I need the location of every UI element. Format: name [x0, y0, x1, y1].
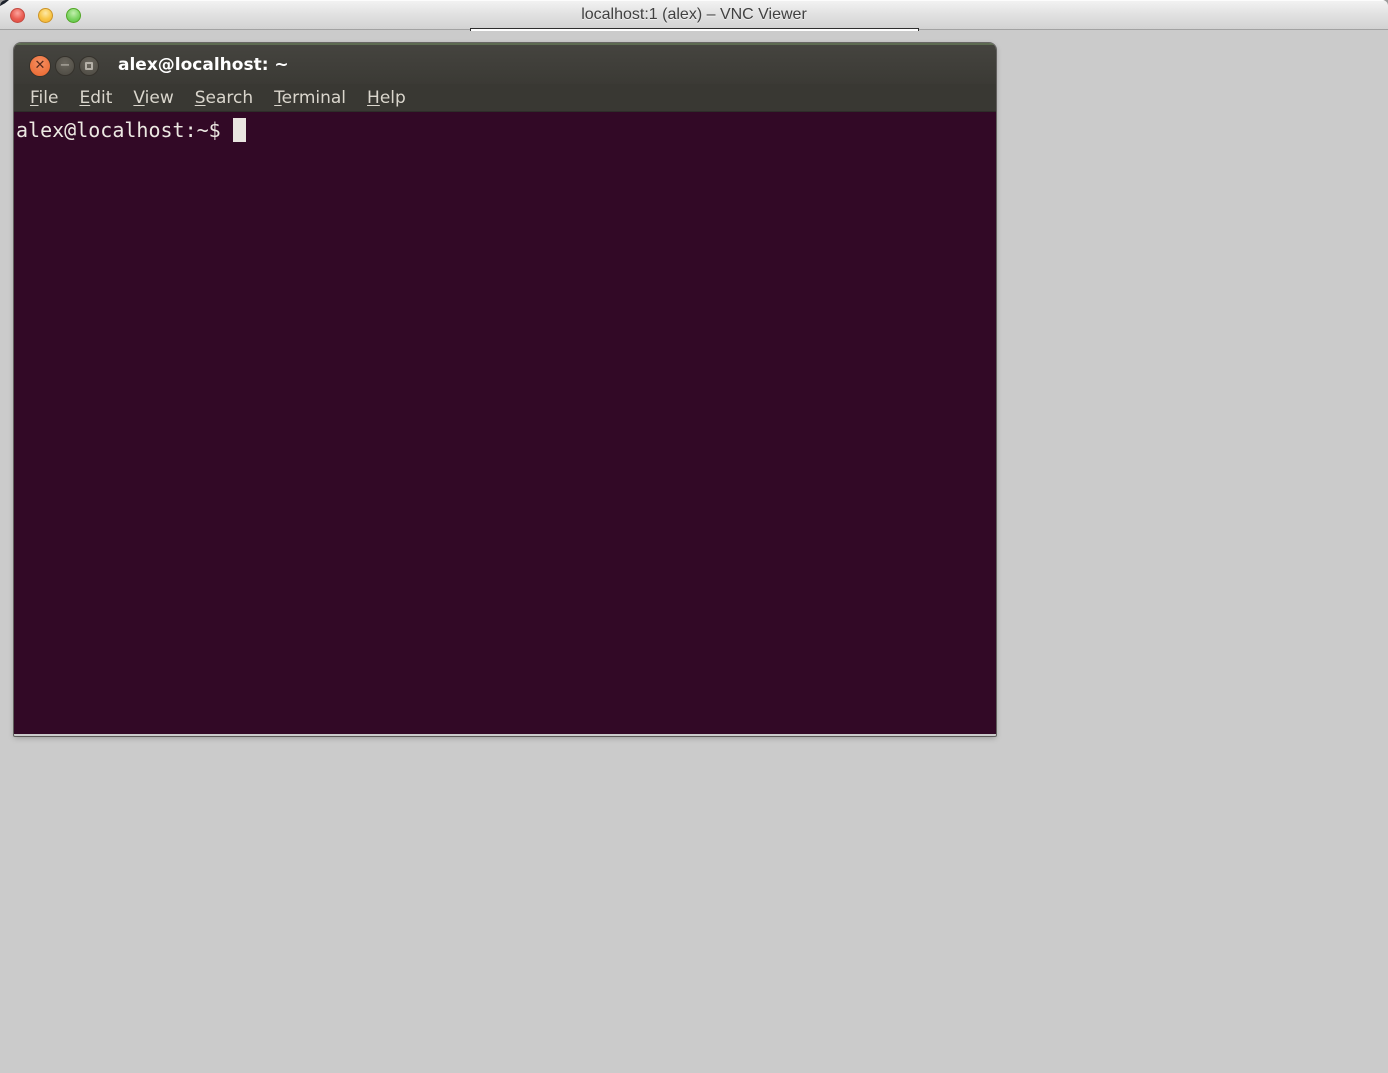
terminal-minimize-button[interactable]: −: [55, 56, 75, 76]
terminal-title: alex@localhost: ~: [118, 45, 289, 86]
window-title: localhost:1 (alex) – VNC Viewer: [0, 0, 1388, 30]
menu-search[interactable]: Search: [195, 88, 253, 108]
close-icon: ✕: [35, 59, 46, 72]
menu-search-label: earch: [206, 88, 254, 108]
menu-search-mnemonic: S: [195, 88, 206, 108]
menu-view[interactable]: View: [133, 88, 173, 108]
menu-file[interactable]: File: [30, 88, 58, 108]
mac-titlebar[interactable]: localhost:1 (alex) – VNC Viewer: [0, 0, 1388, 30]
menu-terminal-mnemonic: T: [274, 88, 282, 108]
menu-edit-mnemonic: E: [79, 88, 90, 108]
terminal-titlebar[interactable]: ✕ − alex@localhost: ~: [14, 43, 996, 84]
minimize-icon: −: [60, 59, 71, 72]
terminal-close-button[interactable]: ✕: [29, 55, 51, 77]
menu-view-label: iew: [145, 88, 174, 108]
terminal-screen[interactable]: alex@localhost:~$: [14, 112, 996, 734]
menu-file-mnemonic: F: [30, 88, 39, 108]
terminal-maximize-button[interactable]: [79, 56, 99, 76]
menu-terminal-label: erminal: [282, 88, 346, 108]
menu-terminal[interactable]: Terminal: [274, 88, 346, 108]
shell-prompt: alex@localhost:~$: [16, 117, 221, 143]
vnc-viewer-window: localhost:1 (alex) – VNC Viewer ✕ − alex…: [0, 0, 1388, 1073]
menu-edit[interactable]: Edit: [79, 88, 112, 108]
terminal-window: ✕ − alex@localhost: ~ File Edit View Sea…: [14, 43, 996, 736]
menu-help-label: elp: [380, 88, 406, 108]
maximize-icon: [85, 62, 93, 70]
menu-help[interactable]: Help: [367, 88, 406, 108]
vnc-remote-desktop[interactable]: ✕ − alex@localhost: ~ File Edit View Sea…: [0, 31, 1388, 1073]
terminal-menubar: File Edit View Search Terminal Help: [14, 84, 996, 112]
menu-file-label: ile: [39, 88, 59, 108]
menu-help-mnemonic: H: [367, 88, 380, 108]
menu-view-mnemonic: V: [133, 88, 144, 108]
terminal-window-controls: ✕ −: [29, 45, 99, 86]
terminal-cursor: [233, 118, 246, 142]
menu-edit-label: dit: [90, 88, 112, 108]
terminal-prompt-line: alex@localhost:~$: [16, 117, 994, 143]
